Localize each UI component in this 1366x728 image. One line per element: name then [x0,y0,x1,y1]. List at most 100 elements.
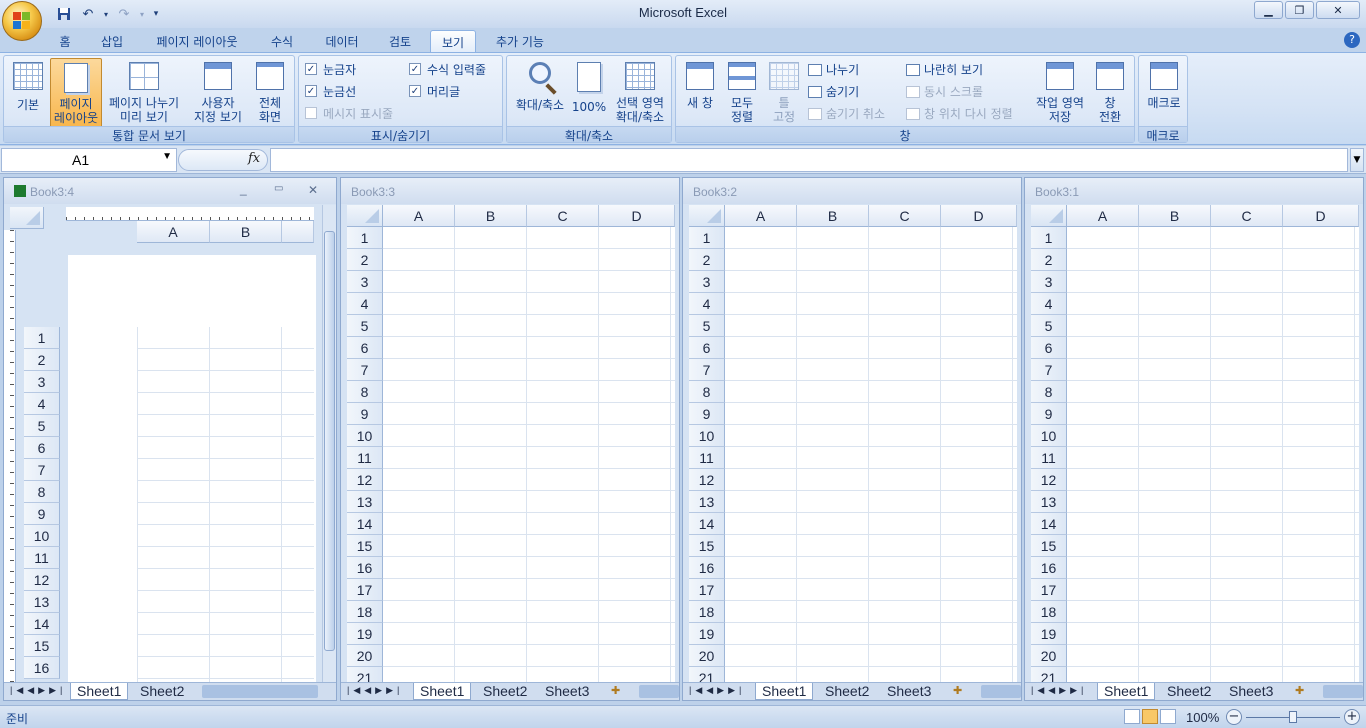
column-header[interactable]: C [1211,205,1283,227]
row-header[interactable]: 4 [689,293,725,315]
macros-button[interactable]: 매크로 [1143,58,1185,110]
row-header[interactable]: 4 [347,293,383,315]
hide-button[interactable]: 숨기기 [808,82,859,101]
row-header[interactable]: 10 [347,425,383,447]
reset-window-position-button[interactable]: 창 위치 다시 정렬 [906,104,1013,123]
row-header[interactable]: 13 [689,491,725,513]
save-workspace-button[interactable]: 작업 영역 저장 [1032,58,1088,124]
row-header[interactable]: 8 [24,481,60,503]
close-icon[interactable]: ✕ [1316,1,1360,19]
horizontal-scrollbar[interactable] [202,685,318,698]
row-header[interactable]: 12 [347,469,383,491]
row-header[interactable]: 2 [1031,249,1067,271]
row-header[interactable]: 19 [689,623,725,645]
row-header[interactable]: 6 [1031,337,1067,359]
column-header[interactable]: A [383,205,455,227]
normal-view-icon[interactable] [1124,709,1140,724]
row-header[interactable]: 6 [347,337,383,359]
row-header[interactable]: 5 [24,415,60,437]
row-header[interactable]: 11 [347,447,383,469]
row-header[interactable]: 16 [24,657,60,679]
column-header[interactable]: C [869,205,941,227]
row-header[interactable]: 11 [689,447,725,469]
column-header[interactable] [282,221,314,243]
formula-bar-checkbox[interactable]: ✓ 수식 입력줄 [409,60,486,78]
tab-insert[interactable]: 삽입 [90,30,134,52]
full-screen-button[interactable]: 전체 화면 [250,58,290,124]
row-header[interactable]: 17 [1031,579,1067,601]
minimize-icon[interactable]: ▁ [1254,1,1283,19]
zoom-in-icon[interactable]: + [1344,709,1360,725]
sheet-nav-arrows-icon[interactable]: |◀◀▶▶| [347,685,403,696]
sheet-tab[interactable]: Sheet1 [1097,683,1156,700]
row-header[interactable]: 8 [1031,381,1067,403]
help-icon[interactable]: ? [1344,32,1360,48]
select-all-corner[interactable] [689,205,725,227]
row-header[interactable]: 9 [689,403,725,425]
column-header[interactable]: B [797,205,869,227]
row-header[interactable]: 7 [689,359,725,381]
row-header[interactable]: 4 [24,393,60,415]
split-button[interactable]: 나누기 [808,60,859,79]
unhide-button[interactable]: 숨기기 취소 [808,104,885,123]
select-all-corner[interactable] [1031,205,1067,227]
row-header[interactable]: 12 [689,469,725,491]
cell-grid[interactable] [725,227,1017,683]
row-header[interactable]: 1 [1031,227,1067,249]
sheet-tab[interactable]: Sheet3 [1223,683,1279,700]
insert-sheet-icon[interactable]: ✚ [1289,683,1310,700]
zoom-button[interactable]: 확대/축소 [511,58,569,112]
row-header[interactable]: 3 [689,271,725,293]
row-header[interactable]: 1 [347,227,383,249]
arrange-all-button[interactable]: 모두 정렬 [722,58,762,124]
sheet-tab[interactable]: Sheet1 [413,683,472,700]
row-header[interactable]: 5 [689,315,725,337]
row-header[interactable]: 5 [347,315,383,337]
gridlines-checkbox[interactable]: ✓ 눈금선 [305,82,356,100]
sync-scroll-button[interactable]: 동시 스크롤 [906,82,983,101]
tab-view[interactable]: 보기 [430,30,476,52]
row-header[interactable]: 2 [347,249,383,271]
cell-grid[interactable] [137,327,314,683]
sheet-tab[interactable]: Sheet1 [755,683,814,700]
view-side-by-side-button[interactable]: 나란히 보기 [906,60,983,79]
column-header[interactable]: B [1139,205,1211,227]
row-header[interactable]: 1 [24,327,60,349]
row-header[interactable]: 12 [24,569,60,591]
workbook-window-book3-2[interactable]: Book3:2 A B C D 1 2 3 4 5 6 7 8 9 10 11 12 13 14 15 16 1… [682,177,1022,701]
tab-formulas[interactable]: 수식 [260,30,304,52]
row-header[interactable]: 19 [1031,623,1067,645]
name-box[interactable]: A1 ▼ [1,148,177,172]
horizontal-scrollbar[interactable] [639,685,679,698]
row-header[interactable]: 15 [1031,535,1067,557]
formula-input[interactable] [270,148,1348,172]
row-header[interactable]: 14 [24,613,60,635]
zoom-out-icon[interactable]: − [1226,709,1242,725]
message-bar-checkbox[interactable]: 메시지 표시줄 [305,104,393,122]
select-all-corner[interactable] [347,205,383,227]
workbook-window-book3-1[interactable]: Book3:1 A B C D 1 2 3 4 5 6 7 8 9 10 11 12 13 14 15 16 1… [1024,177,1364,701]
row-header[interactable]: 6 [24,437,60,459]
close-icon[interactable]: ✕ [308,183,318,197]
row-header[interactable]: 8 [689,381,725,403]
workbook-window-book3-4[interactable]: Book3:4 _ ▭ ✕ A B 1 2 3 4 5 6 7 8 9 10 11 12 13 14 15 1… [3,177,337,701]
row-header[interactable]: 13 [347,491,383,513]
page-break-view-icon[interactable] [1160,709,1176,724]
cell-grid[interactable] [383,227,675,683]
column-header[interactable]: D [941,205,1017,227]
row-header[interactable]: 20 [689,645,725,667]
sheet-nav-arrows-icon[interactable]: |◀◀▶▶| [10,685,66,696]
restore-icon[interactable]: ❐ [1285,1,1314,19]
sheet-tab[interactable]: Sheet3 [881,683,937,700]
expand-formula-bar-icon[interactable]: ▼ [1350,148,1364,172]
row-header[interactable]: 17 [689,579,725,601]
row-header[interactable]: 2 [24,349,60,371]
sheet-tab[interactable]: Sheet2 [1161,683,1217,700]
column-header[interactable]: B [210,221,282,243]
ruler-checkbox[interactable]: ✓ 눈금자 [305,60,356,78]
sheet-tab[interactable]: Sheet2 [477,683,533,700]
row-header[interactable]: 7 [1031,359,1067,381]
chevron-down-icon[interactable]: ▼ [162,151,172,162]
row-header[interactable]: 10 [24,525,60,547]
row-header[interactable]: 11 [24,547,60,569]
